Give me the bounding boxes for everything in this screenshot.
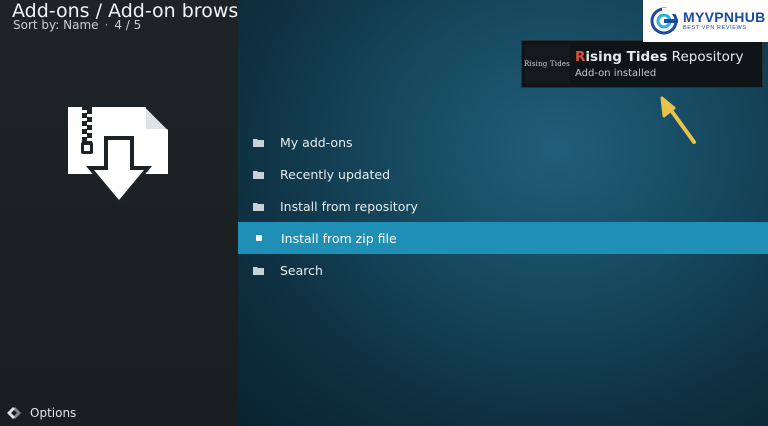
folder-icon <box>253 170 264 179</box>
zip-download-icon <box>68 106 169 206</box>
thumbnail-text: Rising Tides <box>523 60 571 68</box>
title-initial: R <box>575 49 586 65</box>
notification-title: Rising Tides Repository <box>575 49 743 65</box>
kodi-screen: Add-ons / Add-on browser Sort by: Name · 4… <box>0 0 768 426</box>
menu-item-label: Install from zip file <box>281 230 397 246</box>
options-button[interactable]: Options <box>6 406 76 420</box>
menu-item-label: Recently updated <box>280 166 391 182</box>
repository-thumbnail: Rising Tides <box>523 44 571 84</box>
folder-icon <box>253 266 264 275</box>
title-name: ising Tides <box>585 49 668 65</box>
sort-label: Sort by: Name <box>13 18 99 32</box>
title-suffix: Repository <box>667 49 744 65</box>
annotation-arrow-icon <box>660 96 696 144</box>
folder-icon <box>253 202 264 211</box>
sort-separator: · <box>104 18 109 32</box>
options-label: Options <box>30 406 77 420</box>
menu-item-label: My add-ons <box>280 134 353 150</box>
bullet-icon <box>256 235 262 241</box>
notification-toast: Rising Tides Rising Tides Repository Add… <box>521 40 763 88</box>
sort-info: Sort by: Name · 4 / 5 <box>13 18 141 32</box>
page-counter: 4 / 5 <box>114 18 142 32</box>
left-panel: Add-ons / Add-on browser Sort by: Name · 4… <box>0 0 258 426</box>
options-icon <box>7 407 21 419</box>
notification-subtitle: Add-on installed <box>575 68 657 79</box>
logo-icon <box>650 7 679 35</box>
menu-item-recently-updated[interactable]: Recently updated <box>238 158 768 190</box>
menu-item-install-from-repository[interactable]: Install from repository <box>238 190 768 222</box>
myvpnhub-logo: MYVPNHUB BEST VPN REVIEWS <box>643 0 768 42</box>
menu-item-install-from-zip[interactable]: Install from zip file <box>238 222 768 254</box>
logo-name: MYVPNHUB <box>683 9 766 26</box>
addon-menu: My add-ons Recently updated Install from… <box>238 126 768 286</box>
folder-icon <box>253 138 264 147</box>
menu-item-label: Install from repository <box>280 198 418 214</box>
menu-item-search[interactable]: Search <box>238 254 768 286</box>
logo-tagline: BEST VPN REVIEWS <box>683 25 747 32</box>
menu-item-label: Search <box>280 262 323 278</box>
